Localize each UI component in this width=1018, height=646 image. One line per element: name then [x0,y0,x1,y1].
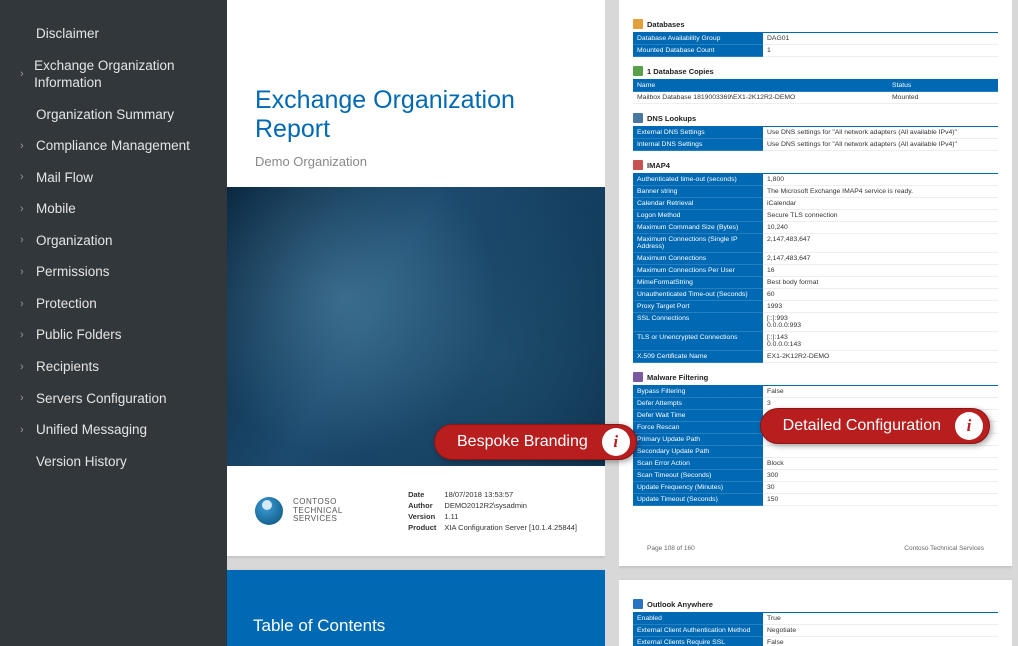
cover-meta: Date18/07/2018 13:53:57 AuthorDEMO2012R2… [408,490,577,532]
sidebar-item-compliance[interactable]: › Compliance Management [0,130,227,162]
table-row: Proxy Target Port1993 [633,301,998,313]
database-copy-icon [633,66,643,76]
sidebar-item-organization[interactable]: › Organization [0,225,227,257]
table-row: SSL Connections[::]:993 0.0.0.0:993 [633,313,998,332]
table-row: EnabledTrue [633,613,998,625]
chevron-right-icon: › [20,202,32,216]
table-row: Logon MethodSecure TLS connection [633,210,998,222]
table-row: Calendar RetrievaliCalendar [633,198,998,210]
detail-page-2: Outlook Anywhere EnabledTrueExternal Cli… [619,580,1012,646]
chevron-right-icon: › [20,328,32,342]
sidebar-item-permissions[interactable]: › Permissions [0,256,227,288]
sidebar-item-label: Protection [36,295,97,313]
table-row: Mailbox Database 1819003369\EX1-2K12R2-D… [633,92,998,104]
chevron-right-icon: › [20,139,32,153]
sidebar-item-org-summary[interactable]: Organization Summary [0,99,227,131]
chevron-right-icon: › [20,170,32,184]
sidebar-item-servers-config[interactable]: › Servers Configuration [0,383,227,415]
sidebar-item-label: Permissions [36,263,110,281]
chevron-right-icon: › [20,67,30,81]
company-logo-icon [255,497,283,525]
table-row: MimeFormatStringBest body format [633,277,998,289]
sidebar-item-protection[interactable]: › Protection [0,288,227,320]
report-subtitle: Demo Organization [255,154,577,169]
table-row: External Client Authentication MethodNeg… [633,625,998,637]
table-row: X.509 Certificate NameEX1-2K12R2-DEMO [633,351,998,363]
imap-icon [633,160,643,170]
report-cover-page: Exchange Organization Report Demo Organi… [227,0,605,556]
sidebar-item-label: Organization [36,232,113,250]
table-row: Unauthenticated Time-out (Seconds)60 [633,289,998,301]
sidebar-item-label: Compliance Management [36,137,190,155]
table-row: Maximum Connections2,147,483,647 [633,253,998,265]
table-row: Bypass FilteringFalse [633,386,998,398]
sidebar-item-label: Public Folders [36,326,122,344]
page-footer: Page 108 of 160 Contoso Technical Servic… [633,537,998,556]
detail-page-1: Databases Database Availability GroupDAG… [619,0,1012,566]
sidebar-item-mobile[interactable]: › Mobile [0,193,227,225]
database-icon [633,19,643,29]
table-row: Update Timeout (Seconds)150 [633,494,998,506]
dns-section-header: DNS Lookups [633,110,998,127]
info-icon: i [602,428,630,456]
sidebar-item-unified-messaging[interactable]: › Unified Messaging [0,414,227,446]
sidebar-item-recipients[interactable]: › Recipients [0,351,227,383]
dns-icon [633,113,643,123]
sidebar-item-label: Mail Flow [36,169,93,187]
table-row: TLS or Unencrypted Connections[::]:143 0… [633,332,998,351]
outlook-icon [633,599,643,609]
table-row: Maximum Command Size (Bytes)10,240 [633,222,998,234]
sidebar-item-label: Organization Summary [36,106,174,124]
sidebar-item-exchange-org-info[interactable]: › Exchange Organization Information [0,50,227,99]
malware-section-header: Malware Filtering [633,369,998,386]
sidebar-item-label: Unified Messaging [36,421,147,439]
sidebar-item-label: Recipients [36,358,99,376]
table-row: Scan Error ActionBlock [633,458,998,470]
callout-config[interactable]: Detailed Configuration i [760,408,990,444]
outlook-anywhere-section-header: Outlook Anywhere [633,596,998,613]
chevron-right-icon: › [20,423,32,437]
chevron-right-icon: › [20,265,32,279]
table-row: Maximum Connections (Single IP Address)2… [633,234,998,253]
toc-title: Table of Contents [253,616,385,635]
sidebar-item-mail-flow[interactable]: › Mail Flow [0,162,227,194]
page-number: Page 108 of 160 [647,545,695,552]
table-row: Authenticated time-out (seconds)1,800 [633,174,998,186]
table-row: Banner stringThe Microsoft Exchange IMAP… [633,186,998,198]
shield-icon [633,372,643,382]
chevron-right-icon: › [20,391,32,405]
sidebar: Disclaimer › Exchange Organization Inform… [0,0,227,646]
sidebar-item-public-folders[interactable]: › Public Folders [0,319,227,351]
imap-section-header: IMAP4 [633,157,998,174]
sidebar-item-label: Disclaimer [36,25,99,43]
sidebar-item-label: Exchange Organization Information [34,57,213,92]
db-copies-section-header: 1 Database Copies [633,63,998,80]
chevron-right-icon: › [20,297,32,311]
sidebar-item-label: Mobile [36,200,76,218]
info-icon: i [955,412,983,440]
main-preview-area: Exchange Organization Report Demo Organi… [227,0,1018,646]
sidebar-item-label: Servers Configuration [36,390,167,408]
toc-page: Table of Contents [227,570,605,646]
table-row: External Clients Require SSLFalse [633,637,998,646]
table-row: Scan Timeout (Seconds)300 [633,470,998,482]
chevron-right-icon: › [20,233,32,247]
table-row: Secondary Update Path [633,446,998,458]
chevron-right-icon: › [20,360,32,374]
footer-company: Contoso Technical Services [904,545,984,552]
databases-section-header: Databases [633,16,998,33]
sidebar-item-label: Version History [36,453,127,471]
table-row: Maximum Connections Per User16 [633,265,998,277]
table-row: Update Frequency (Minutes)30 [633,482,998,494]
sidebar-item-version-history[interactable]: Version History [0,446,227,478]
sidebar-item-disclaimer[interactable]: Disclaimer [0,18,227,50]
callout-branding[interactable]: Bespoke Branding i [434,424,637,460]
company-logo-text: CONTOSO TECHNICAL SERVICES [293,498,343,524]
report-title: Exchange Organization Report [255,86,577,144]
